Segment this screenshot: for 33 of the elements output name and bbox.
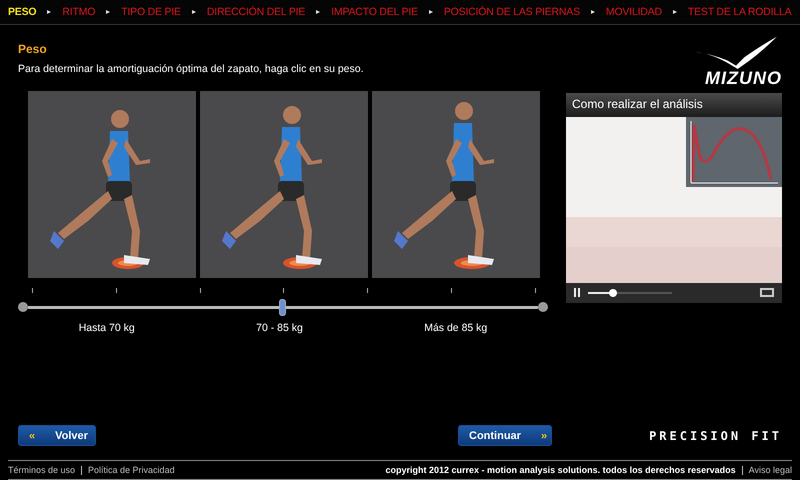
fullscreen-icon[interactable] <box>760 288 774 298</box>
separator-icon <box>428 10 433 14</box>
pause-icon[interactable] <box>574 288 580 298</box>
separator-icon <box>590 10 595 14</box>
nav-tab[interactable]: IMPACTO DEL PIE <box>331 6 418 18</box>
separator-icon <box>316 10 320 14</box>
nav-tab[interactable]: DIRECCIÓN DEL PIE <box>206 6 306 18</box>
footer-link[interactable]: Política de Privacidad <box>88 465 175 476</box>
separator-icon <box>192 10 196 14</box>
separator-icon <box>106 10 110 14</box>
slider-thumb[interactable] <box>279 298 286 316</box>
section-heading: Peso <box>18 42 48 56</box>
progress-thumb[interactable] <box>609 288 618 297</box>
nav-tab[interactable]: PESO <box>8 6 36 18</box>
nav-tab[interactable]: TEST DE LA RODILLA <box>688 6 792 18</box>
weight-option-label[interactable]: Más de 85 kg <box>424 322 488 334</box>
weight-option-label[interactable]: 70 - 85 kg <box>256 322 303 334</box>
separator-icon <box>47 10 52 14</box>
nav-tab[interactable]: RITMO <box>62 6 96 18</box>
tagline: PRECISION FIT <box>649 428 782 443</box>
video-title: Como realizar el análisis <box>566 92 782 117</box>
nav-tab[interactable]: POSICIÓN DE LAS PIERNAS <box>444 6 580 18</box>
footer-link[interactable]: Términos de uso <box>8 465 76 476</box>
nav-tab[interactable]: TIPO DE PIE <box>121 6 181 18</box>
instruction-text: Para determinar la amortiguación óptima del zapato, haga clic en su peso. <box>18 62 365 75</box>
legal-link[interactable]: Aviso legal <box>748 465 792 476</box>
continue-button[interactable]: Continuar » <box>458 425 552 446</box>
separator-icon <box>672 10 677 14</box>
back-button[interactable]: « Volver <box>18 425 96 446</box>
nav-tab[interactable]: MOVILIDAD <box>606 6 662 18</box>
copyright-text: copyright 2012 currex - motion analysis solutions. todos los derechos reservados <box>386 465 736 476</box>
weight-option-label[interactable]: Hasta 70 kg <box>78 322 135 334</box>
brand-logo: MIZUNO <box>686 34 782 87</box>
